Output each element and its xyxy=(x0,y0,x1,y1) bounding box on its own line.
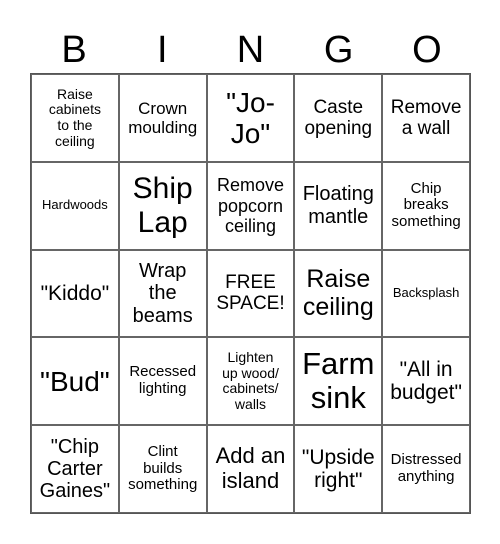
bingo-cell[interactable]: "Chip Carter Gaines" xyxy=(31,425,119,513)
bingo-cell[interactable]: "Kiddo" xyxy=(31,249,119,338)
header-letter-o: O xyxy=(412,29,442,71)
bingo-cell[interactable]: Backsplash xyxy=(382,249,470,338)
bingo-cell[interactable]: "All in budget" xyxy=(382,337,470,426)
header-letter-n: N xyxy=(236,29,265,71)
bingo-cell[interactable]: Chip breaks something xyxy=(382,161,470,250)
bingo-cell[interactable]: Wrap the beams xyxy=(118,249,207,338)
bingo-cell[interactable]: Remove a wall xyxy=(382,74,470,162)
bingo-cell[interactable]: Crown moulding xyxy=(118,74,207,162)
bingo-cell[interactable]: Add an island xyxy=(206,425,295,513)
bingo-cell[interactable]: Floating mantle xyxy=(294,161,383,250)
bingo-cell[interactable]: Ship Lap xyxy=(118,161,207,250)
bingo-cell[interactable]: "Jo- Jo" xyxy=(206,74,295,162)
bingo-cell[interactable]: Remove popcorn ceiling xyxy=(206,161,295,250)
bingo-cell[interactable]: Clint builds something xyxy=(118,425,207,513)
bingo-cell[interactable]: "Upside right" xyxy=(294,425,383,513)
header-letter-b: B xyxy=(61,29,87,71)
bingo-header: B I N G O xyxy=(30,28,471,72)
header-letter-i: I xyxy=(157,29,168,71)
bingo-cell[interactable]: Recessed lighting xyxy=(118,337,207,426)
free-space-cell[interactable]: FREE SPACE! xyxy=(206,249,295,338)
bingo-cell[interactable]: "Bud" xyxy=(31,337,119,426)
bingo-cell[interactable]: Hardwoods xyxy=(31,161,119,250)
bingo-cell[interactable]: Raise ceiling xyxy=(294,249,383,338)
bingo-cell[interactable]: Farm sink xyxy=(294,337,383,426)
bingo-cell[interactable]: Lighten up wood/ cabinets/ walls xyxy=(206,337,295,426)
header-letter-g: G xyxy=(323,29,354,71)
bingo-grid: Raise cabinets to the ceiling Crown moul… xyxy=(30,73,471,514)
bingo-cell[interactable]: Caste opening xyxy=(294,74,383,162)
bingo-cell[interactable]: Raise cabinets to the ceiling xyxy=(31,74,119,162)
bingo-cell[interactable]: Distressed anything xyxy=(382,425,470,513)
